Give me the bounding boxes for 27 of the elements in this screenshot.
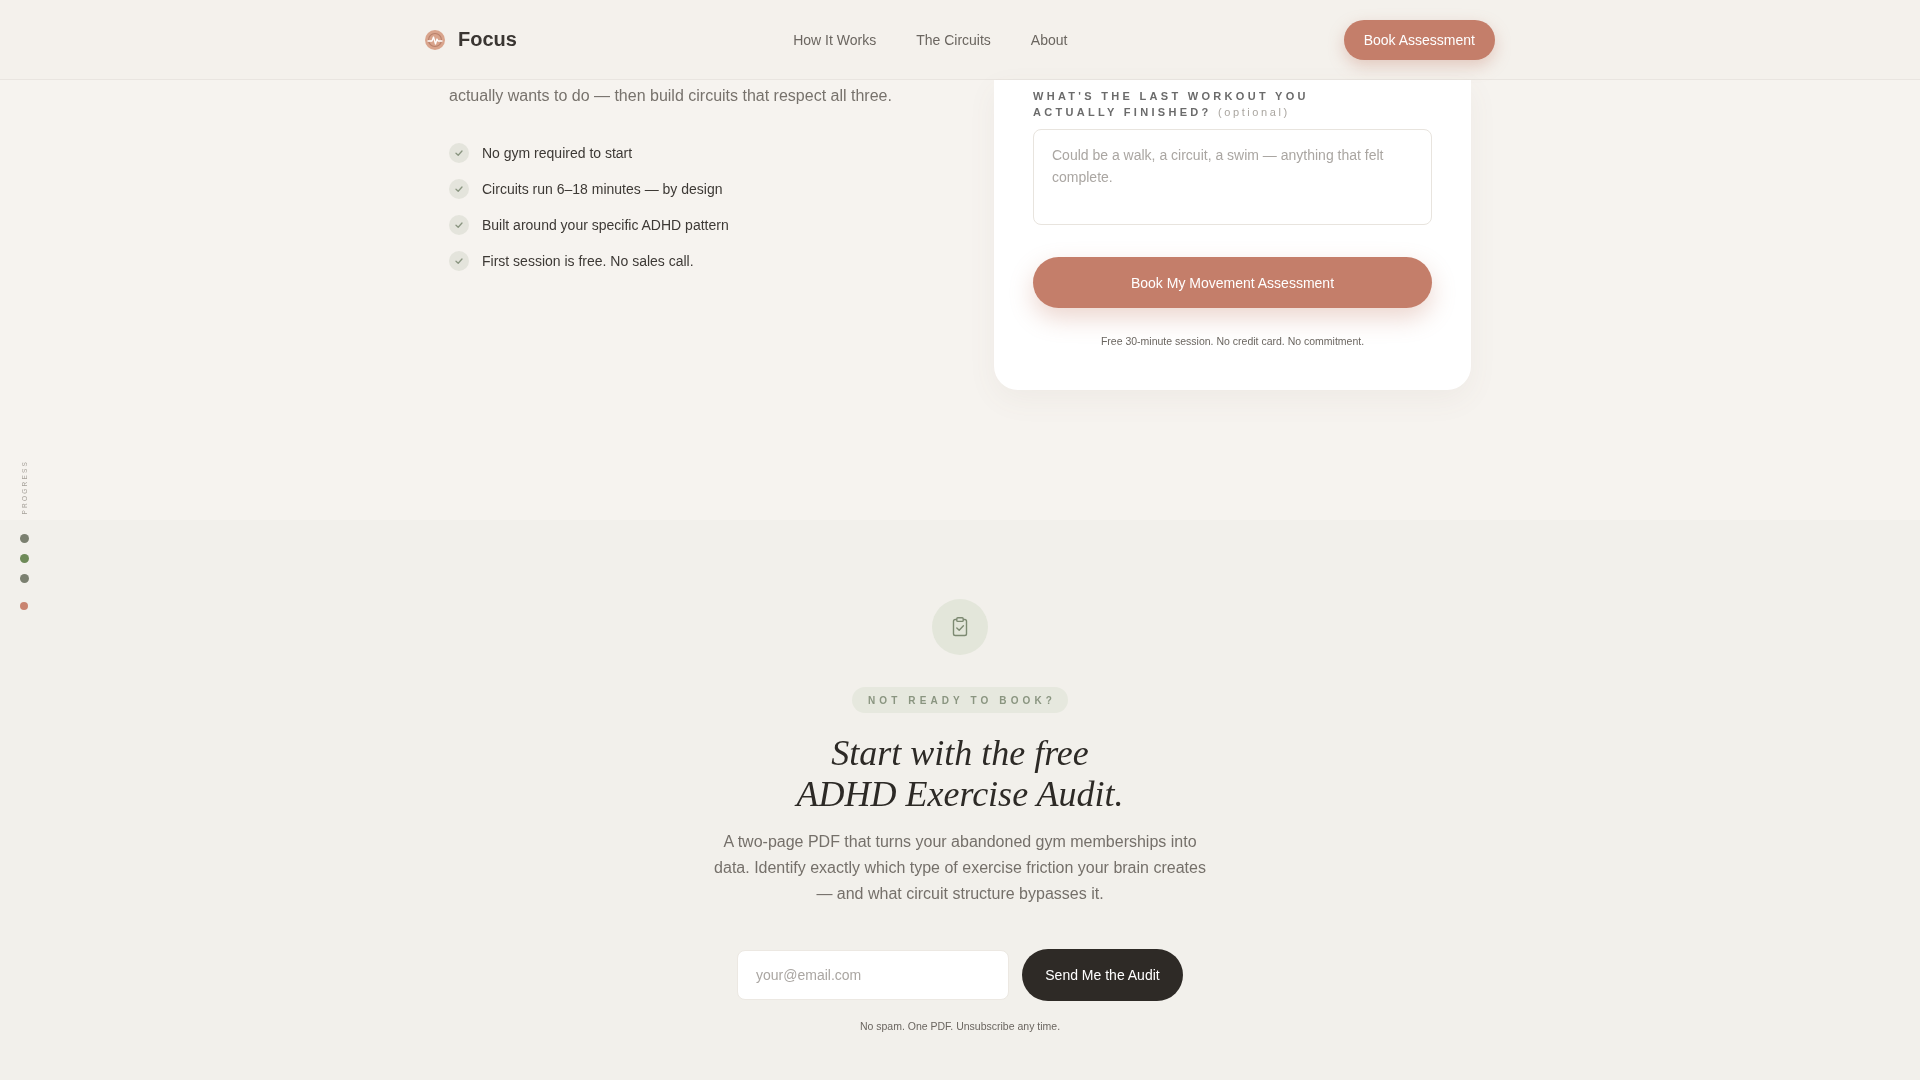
- nav-link[interactable]: About: [1030, 31, 1068, 48]
- book-assessment-button[interactable]: Book Assessment: [1343, 19, 1495, 60]
- check-icon: [449, 179, 469, 199]
- email-field[interactable]: your@email.com: [737, 950, 1009, 1000]
- brand-name[interactable]: Focus: [458, 28, 517, 51]
- check-icon: [449, 251, 469, 271]
- audit-heading: Start with the free ADHD Exercise Audit.: [796, 733, 1124, 815]
- submit-button[interactable]: Book My Movement Assessment: [1033, 257, 1432, 308]
- field-label: WHAT'S THE LAST WORKOUT YOU ACTUALLY FINISHED? (optional): [1033, 89, 1310, 120]
- check-icon: [449, 215, 469, 235]
- section-tag: NOT READY TO BOOK?: [852, 687, 1068, 713]
- intro-text: actually wants to do — then build circuits that respect all three.: [449, 86, 893, 106]
- workout-textarea[interactable]: Could be a walk, a circuit, a swim — anything that felt complete.: [1033, 129, 1432, 225]
- form-note: Free 30-minute session. No credit card. No commitment.: [1099, 334, 1366, 348]
- privacy-note: No spam. One PDF. Unsubscribe any time.: [859, 1019, 1061, 1033]
- progress-dot-icon[interactable]: [20, 602, 28, 611]
- nav-link[interactable]: The Circuits: [916, 31, 991, 48]
- nav-link[interactable]: How It Works: [793, 31, 877, 48]
- benefit-text: Built around your specific ADHD pattern: [482, 217, 729, 233]
- clipboard-check-icon: [932, 599, 988, 655]
- send-audit-button[interactable]: Send Me the Audit: [1022, 949, 1183, 1001]
- benefit-text: No gym required to start: [482, 145, 633, 161]
- benefit-text: Circuits run 6–18 minutes — by design: [482, 181, 723, 197]
- check-icon: [449, 143, 469, 163]
- logo-icon[interactable]: [425, 29, 445, 50]
- audit-description: A two-page PDF that turns your abandoned gym memberships into data. Identify exactly which type of exercise friction your brain creates — and what circuit structure bypasses it.: [713, 832, 1207, 904]
- benefit-text: First session is free. No sales call.: [482, 253, 694, 269]
